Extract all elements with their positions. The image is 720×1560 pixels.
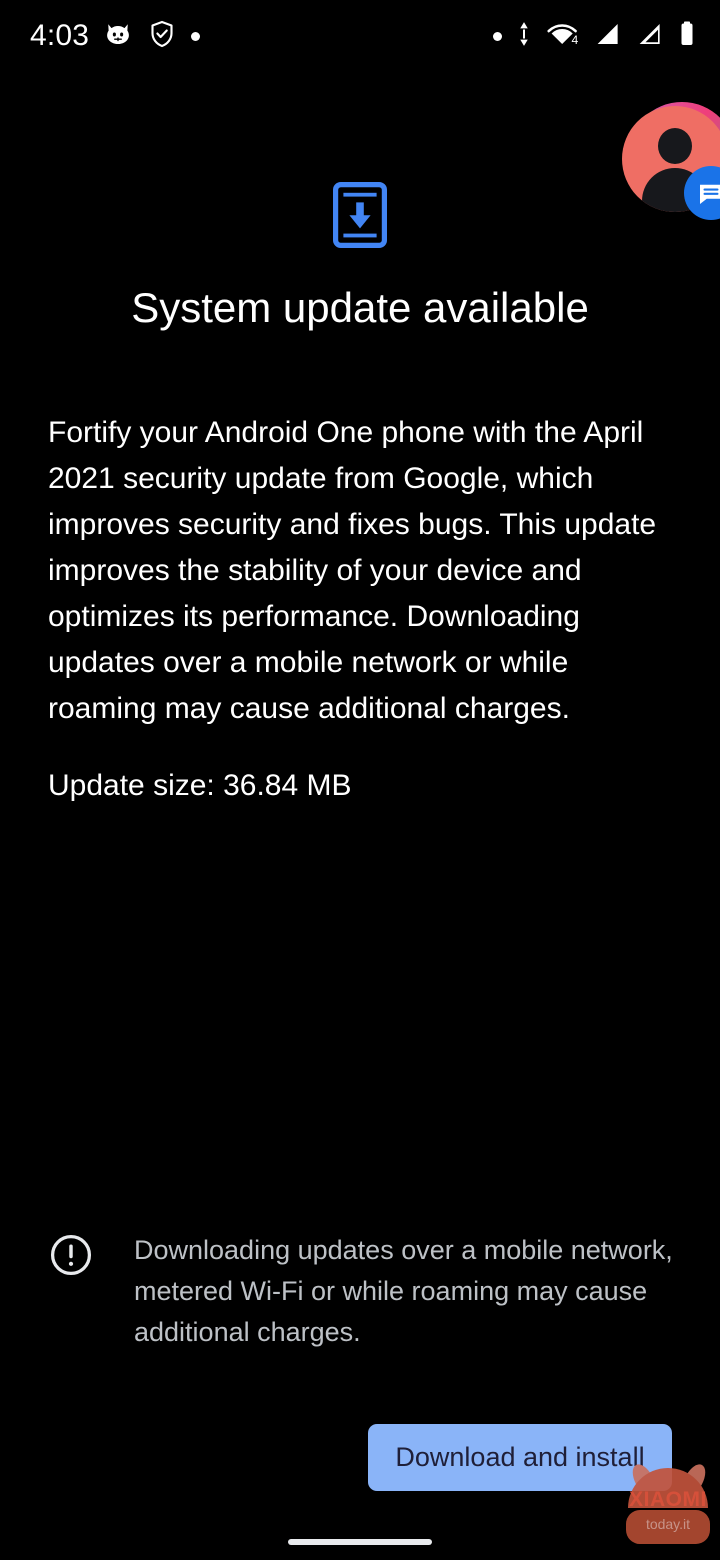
- data-transfer-icon: [514, 19, 534, 54]
- download-and-install-button[interactable]: Download and install: [368, 1424, 672, 1491]
- page-title: System update available: [131, 284, 589, 331]
- wifi-generation-badge: 4: [572, 33, 579, 47]
- metered-network-warning-text: Downloading updates over a mobile networ…: [134, 1235, 681, 1347]
- watermark-sub-text: today.it: [645, 1516, 691, 1532]
- status-bar-clock: 4:03: [30, 19, 90, 52]
- update-size-label: Update size: 36.84 MB: [48, 769, 352, 802]
- exclamation-circle-icon: [48, 1232, 94, 1283]
- signal-sim2-icon: [634, 19, 664, 54]
- update-details: Fortify your Android One phone with the …: [48, 410, 660, 808]
- status-bar-right: 4: [493, 19, 698, 54]
- system-update-screen: 4:03 4 System update available Fortify y…: [0, 0, 720, 1560]
- notification-dot-icon-right: [493, 31, 502, 41]
- signal-sim1-icon: [592, 19, 622, 54]
- watermark-brand-text: XIAOMI: [629, 1488, 707, 1511]
- update-description: Fortify your Android One phone with the …: [48, 416, 665, 725]
- battery-icon: [676, 19, 698, 54]
- cat-face-icon: [103, 19, 133, 54]
- wifi-icon: 4: [546, 19, 580, 54]
- messages-chat-head[interactable]: [622, 102, 720, 220]
- metered-network-warning: Downloading updates over a mobile networ…: [48, 1230, 678, 1353]
- system-update-phone-icon: [332, 181, 387, 248]
- adguard-shield-icon: [147, 19, 177, 54]
- status-bar-left: 4:03: [30, 19, 201, 54]
- avatar-head-shape: [658, 128, 692, 164]
- home-gesture-pill[interactable]: [288, 1539, 432, 1545]
- notification-dot-icon: [191, 31, 201, 41]
- status-bar: 4:03 4: [0, 0, 720, 72]
